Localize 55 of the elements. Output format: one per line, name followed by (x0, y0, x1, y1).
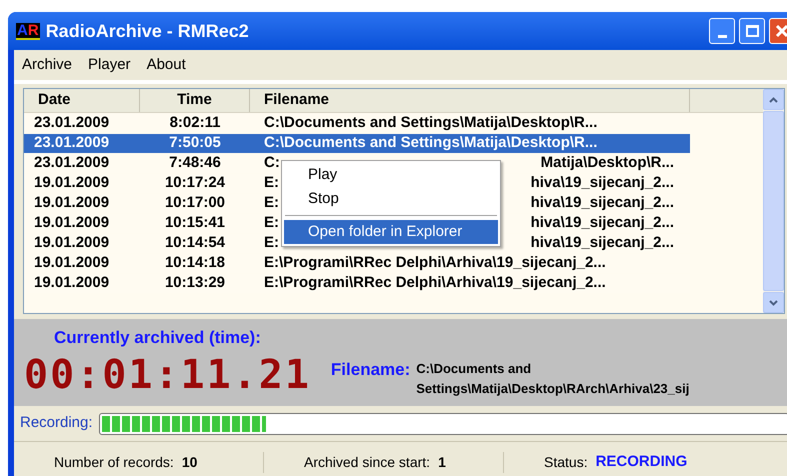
table-cell-text: C:\Documents and Settings\Matija\Desktop\R... (264, 112, 598, 133)
table-cell-text: 19.01.2009 (33, 272, 110, 293)
table-cell-text: 19.01.2009 (33, 232, 110, 253)
table-cell-text: E: (264, 172, 279, 193)
table-cell-text: 7:50:05 (168, 132, 222, 153)
filename-text: Settings\Matija\Desktop\RArch\Arhiva\23_sij (416, 380, 690, 398)
table-cell-text: hiva\19_sijecanj_2... (530, 172, 674, 193)
status-value: 10 (182, 452, 198, 472)
table-cell-text: 19.01.2009 (33, 252, 110, 273)
table-cell-text: Matija\Desktop\R... (540, 152, 674, 173)
recording-label: Recording: (20, 413, 93, 434)
menu-item[interactable]: Stop (284, 187, 498, 211)
table-cell-text: 7:48:46 (168, 152, 222, 173)
table-cell-text: 8:02:11 (168, 112, 222, 133)
table-cell-text: hiva\19_sijecanj_2... (530, 192, 674, 213)
status-label: Archived since start: (304, 452, 430, 472)
filename-text: C:\Documents and (416, 360, 532, 378)
table-cell-text: E: (264, 232, 279, 253)
table-cell-text: 19.01.2009 (33, 172, 110, 193)
menu-item[interactable]: Player (88, 54, 131, 76)
menu-item[interactable]: Archive (22, 54, 72, 76)
status-value: 1 (438, 452, 446, 472)
window-title: RadioArchive - RMRec2 (46, 20, 249, 42)
table-cell-text: 10:15:41 (164, 212, 226, 233)
table-cell-text: 10:13:29 (164, 272, 226, 293)
menu-item[interactable]: About (146, 54, 186, 76)
menu-item[interactable]: Play (284, 163, 498, 187)
table-cell-text: C: (264, 152, 280, 173)
table-cell-text: E: (264, 212, 279, 233)
table-cell-text: C:\Documents and Settings\Matija\Desktop\R... (264, 132, 598, 153)
app-logo: AR (16, 22, 40, 40)
panel-heading: Currently archived (time): (54, 327, 262, 349)
table-cell-text: 10:14:54 (164, 232, 226, 253)
table-cell-text: 10:14:18 (164, 252, 226, 273)
timer-display: 00:01:11.21 (24, 352, 311, 398)
table-cell-text: 23.01.2009 (33, 112, 110, 133)
table-cell-text: E:\Programi\RRec Delphi\Arhiva\19_sijecanj_2... (264, 272, 606, 293)
table-cell-text: hiva\19_sijecanj_2... (530, 212, 674, 233)
status-label: Number of records: (54, 452, 174, 472)
table-cell-text: 10:17:24 (164, 172, 226, 193)
status-label: Status: (544, 452, 588, 472)
table-cell-text: E: (264, 192, 279, 213)
table-cell-text: 10:17:00 (164, 192, 226, 213)
column-header[interactable]: Filename (250, 89, 690, 112)
column-header[interactable]: Time (140, 89, 250, 112)
table-cell-text: hiva\19_sijecanj_2... (530, 232, 674, 253)
status-value: RECORDING (596, 452, 688, 472)
filename-label: Filename: (330, 358, 410, 380)
table-cell-text: 19.01.2009 (33, 192, 110, 213)
table-cell-text: 23.01.2009 (33, 152, 110, 173)
table-cell-text: 23.01.2009 (33, 132, 110, 153)
menu-item[interactable]: Open folder in Explorer (284, 220, 498, 244)
table-cell-text: 19.01.2009 (33, 212, 110, 233)
table-cell-text: E:\Programi\RRec Delphi\Arhiva\19_sijecanj_2... (264, 252, 606, 273)
column-header[interactable]: Date (24, 89, 140, 112)
